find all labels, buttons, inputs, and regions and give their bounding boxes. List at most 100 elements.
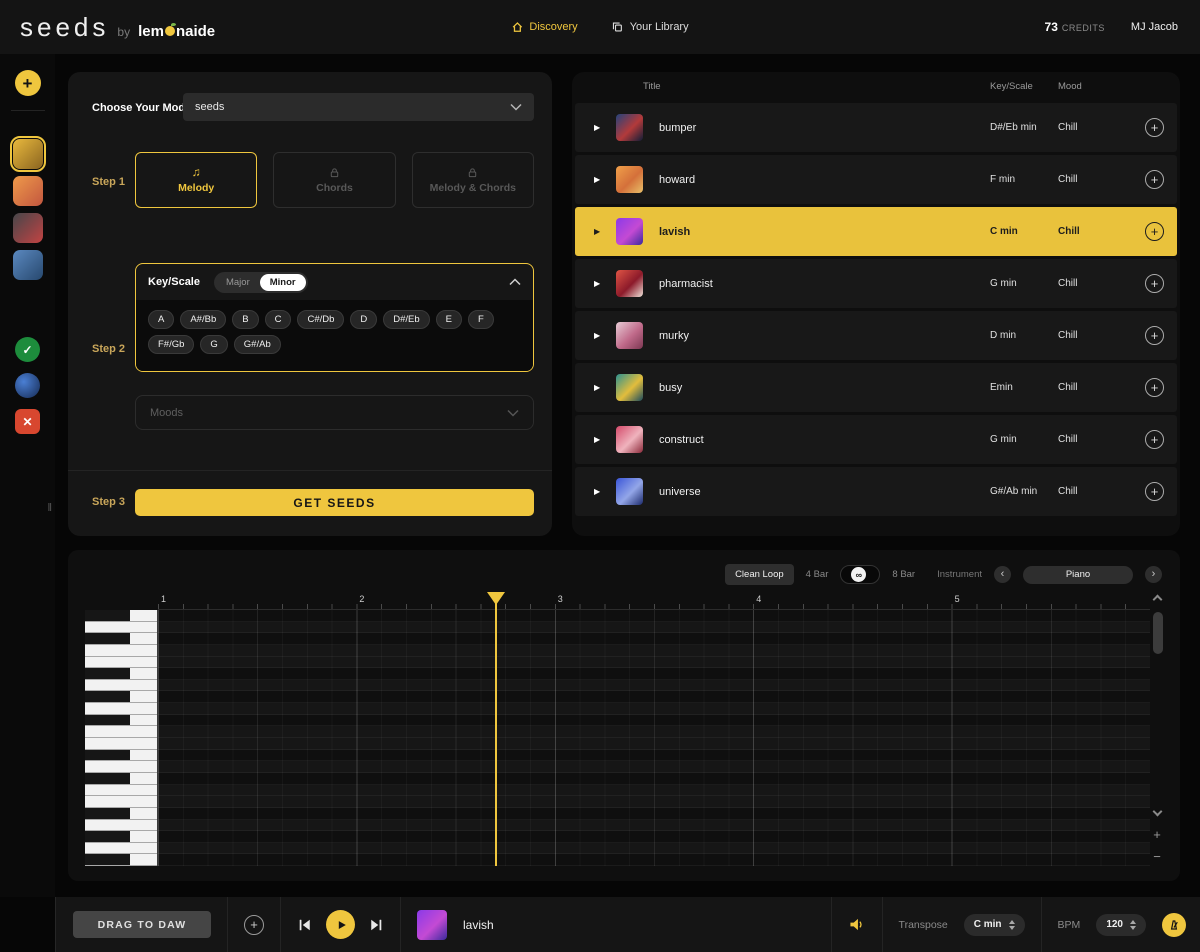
play-icon[interactable]: ▶ (594, 227, 606, 236)
moods-select[interactable]: Moods (135, 395, 534, 430)
transpose-select[interactable]: C min (963, 913, 1025, 936)
playhead[interactable] (495, 592, 498, 866)
grid-row[interactable] (158, 796, 1150, 808)
white-key[interactable] (85, 842, 157, 855)
eight-bar-label[interactable]: 8 Bar (892, 569, 915, 580)
track-row-lavish[interactable]: ▶ lavish C min Chill + (575, 207, 1177, 256)
grid-row[interactable] (158, 819, 1150, 832)
grid-row[interactable] (158, 854, 1150, 867)
skip-back-icon[interactable] (297, 918, 312, 932)
grid-row[interactable] (158, 772, 1150, 785)
minor-option[interactable]: Minor (259, 273, 306, 291)
ruler[interactable]: 1 2 3 4 5 (158, 592, 1150, 610)
add-track-icon[interactable]: + (1145, 274, 1164, 293)
volume-icon[interactable] (848, 917, 866, 932)
grid-row[interactable] (158, 784, 1150, 797)
playhead-marker[interactable] (487, 592, 506, 605)
grid-row[interactable] (158, 703, 1150, 715)
mode-melody[interactable]: ♫ Melody (135, 152, 258, 208)
instrument-prev-button[interactable]: ‹ (994, 566, 1011, 583)
skip-forward-icon[interactable] (369, 918, 384, 932)
black-key[interactable] (85, 668, 157, 680)
track-row-universe[interactable]: ▶ universe G#/Ab min Chill + (575, 467, 1177, 516)
white-key[interactable] (85, 679, 157, 692)
grid-row[interactable] (158, 738, 1150, 750)
zoom-out-button[interactable]: − (1150, 850, 1164, 863)
grid-row[interactable] (158, 714, 1150, 727)
note-d[interactable]: D (350, 310, 378, 329)
black-key[interactable] (85, 749, 157, 762)
clean-loop-button[interactable]: Clean Loop (725, 564, 794, 585)
note-cdb[interactable]: C#/Db (297, 310, 345, 329)
new-seed-button[interactable]: + (14, 70, 41, 96)
black-key[interactable] (85, 807, 157, 820)
grid-row[interactable] (158, 633, 1150, 645)
grid-row[interactable] (158, 656, 1150, 669)
black-key[interactable] (85, 633, 157, 645)
note-g[interactable]: G (200, 335, 228, 354)
loop-length-toggle[interactable]: ∞ (840, 565, 881, 584)
seed-avatar-icon[interactable] (9, 136, 46, 172)
sidebar-collapse-handle[interactable]: ‖ (47, 502, 52, 514)
white-key[interactable] (85, 796, 157, 808)
black-key[interactable] (85, 691, 157, 704)
black-key[interactable] (85, 610, 157, 622)
play-icon[interactable]: ▶ (594, 175, 606, 184)
grid-row[interactable] (158, 831, 1150, 843)
seed-orange-icon[interactable] (12, 176, 43, 206)
track-row-murky[interactable]: ▶ murky D min Chill + (575, 311, 1177, 360)
nav-your-library[interactable]: Your Library (612, 21, 689, 33)
grid-row[interactable] (158, 691, 1150, 704)
grid-row[interactable] (158, 610, 1150, 622)
note-deb[interactable]: D#/Eb (383, 310, 430, 329)
note-e[interactable]: E (435, 310, 463, 329)
play-icon[interactable]: ▶ (594, 383, 606, 392)
note-b[interactable]: B (232, 310, 259, 329)
add-track-icon[interactable]: + (1145, 222, 1164, 241)
play-icon[interactable]: ▶ (594, 331, 606, 340)
play-icon[interactable]: ▶ (594, 487, 606, 496)
play-icon[interactable]: ▶ (594, 279, 606, 288)
note-gab[interactable]: G#/Ab (233, 335, 281, 354)
status-success-icon[interactable]: ✓ (15, 337, 40, 362)
status-info-icon[interactable] (15, 373, 40, 398)
track-row-howard[interactable]: ▶ howard F min Chill + (575, 155, 1177, 204)
grid-row[interactable] (158, 807, 1150, 820)
add-button[interactable]: + (244, 914, 264, 935)
drag-to-daw-button[interactable]: DRAG TO DAW (73, 911, 211, 938)
seed-blue-icon[interactable] (12, 250, 43, 280)
white-key[interactable] (85, 703, 157, 715)
zoom-in-button[interactable]: + (1150, 828, 1164, 841)
note-f[interactable]: F (468, 310, 494, 329)
add-track-icon[interactable]: + (1145, 326, 1164, 345)
track-row-bumper[interactable]: ▶ bumper D#/Eb min Chill + (575, 103, 1177, 152)
seed-red-icon[interactable] (12, 213, 43, 243)
black-key[interactable] (85, 714, 157, 727)
grid-row[interactable] (158, 621, 1150, 634)
add-track-icon[interactable]: + (1145, 170, 1164, 189)
track-row-busy[interactable]: ▶ busy Emin Chill + (575, 363, 1177, 412)
grid-row[interactable] (158, 679, 1150, 692)
add-track-icon[interactable]: + (1145, 430, 1164, 449)
note-abb[interactable]: A#/Bb (180, 310, 227, 329)
grid-row[interactable] (158, 842, 1150, 855)
white-key[interactable] (85, 761, 157, 773)
chevron-up-icon[interactable] (509, 278, 521, 286)
mode-chords[interactable]: Chords (273, 152, 396, 208)
grid-row[interactable] (158, 668, 1150, 680)
note-c[interactable]: C (264, 310, 292, 329)
white-key[interactable] (85, 738, 157, 750)
grid-row[interactable] (158, 726, 1150, 739)
play-button[interactable] (326, 910, 355, 939)
status-error-icon[interactable]: ✕ (15, 409, 40, 434)
black-key[interactable] (85, 831, 157, 843)
add-track-icon[interactable]: + (1145, 378, 1164, 397)
note-fgb[interactable]: F#/Gb (148, 335, 195, 354)
grid-row[interactable] (158, 749, 1150, 762)
note-a[interactable]: A (148, 310, 175, 329)
get-seeds-button[interactable]: GET SEEDS (135, 489, 534, 516)
model-select[interactable]: seeds (183, 93, 534, 121)
major-option[interactable]: Major (216, 274, 260, 291)
white-key[interactable] (85, 726, 157, 739)
white-key[interactable] (85, 621, 157, 634)
